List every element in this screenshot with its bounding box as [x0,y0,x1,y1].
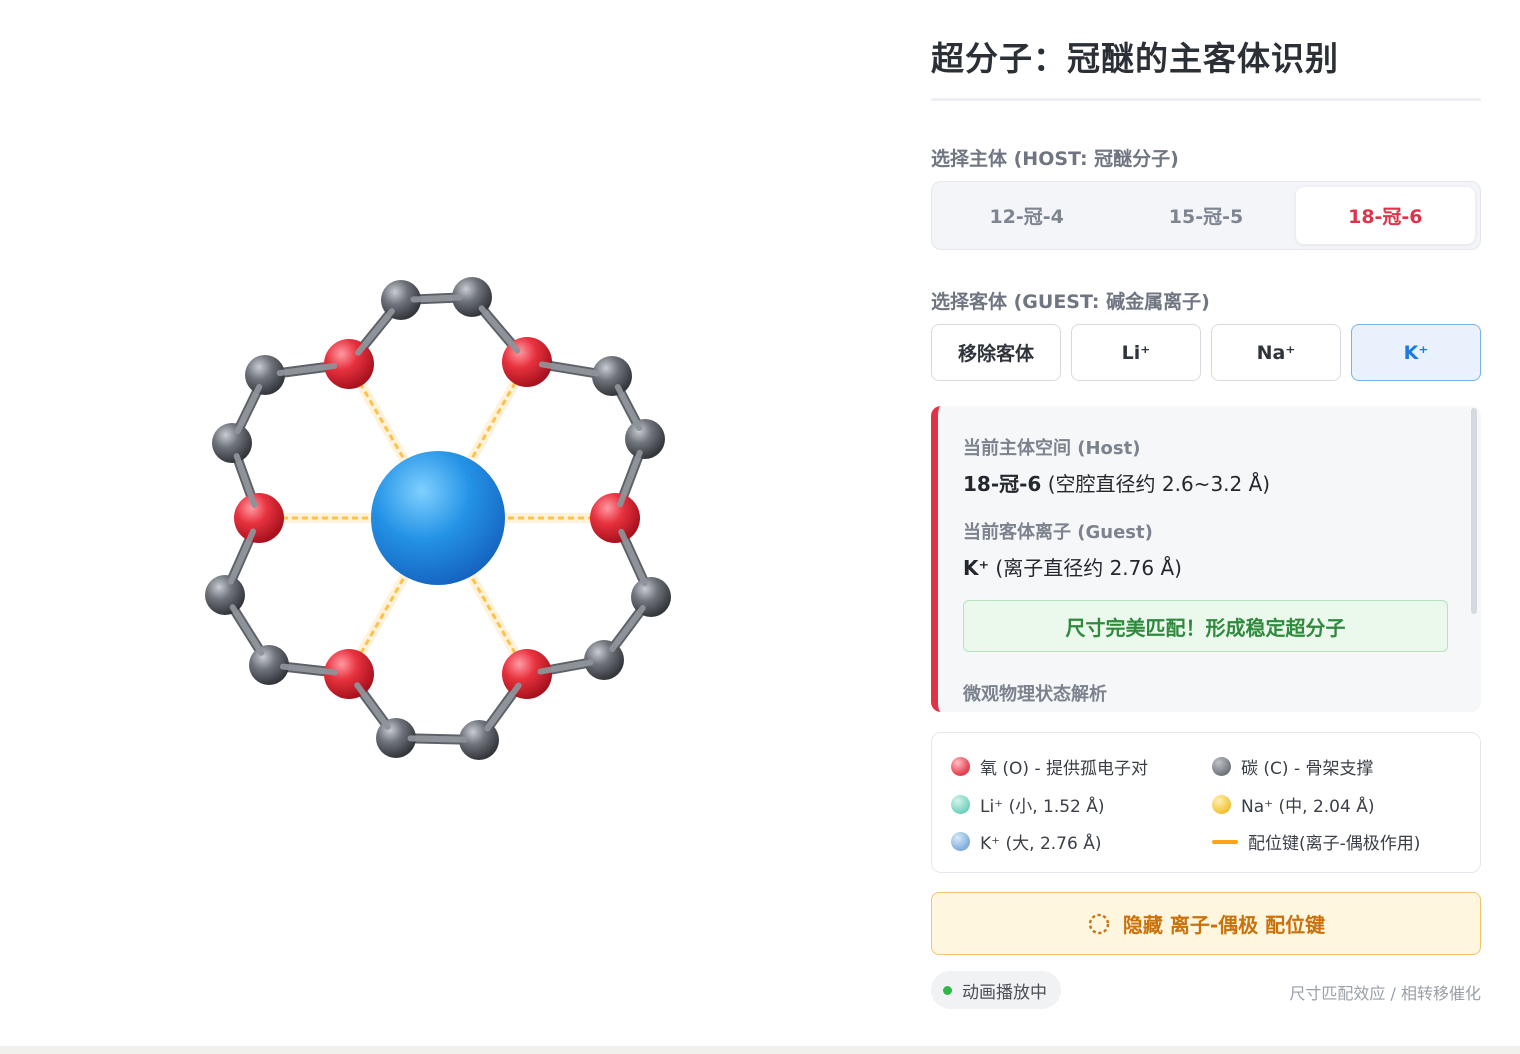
potassium-ion [371,451,505,585]
sodium-dot-icon [1212,795,1231,814]
covalent-bond-front [227,528,257,585]
guest-li-button[interactable]: Li⁺ [1071,324,1201,381]
oxygen-atom [234,493,284,543]
oxygen-dot-icon [951,757,970,776]
covalent-bond-front [618,528,648,587]
footer-note: 尺寸匹配效应 / 相转移催化 [1289,984,1481,1003]
legend-label-oxygen: 氧 (O) - 提供孤电子对 [980,759,1148,779]
covalent-bond-front [355,308,395,356]
legend-item-carbon: 碳 (C) - 骨架支撑 [1212,754,1373,779]
info-card[interactable]: 当前主体空间 (Host) 18-冠-6 (空腔直径约 2.6~3.2 Å) 当… [931,406,1481,712]
oxygen-atom [502,649,552,699]
legend-label-sodium: Na⁺ (中, 2.04 Å) [1241,797,1375,817]
guest-info-label: 当前客体离子 (Guest) [963,522,1153,543]
bottom-strip [0,1046,1520,1054]
covalent-bond-front [617,449,643,508]
legend-item-sodium: Na⁺ (中, 2.04 Å) [1212,792,1374,817]
guest-info-value: K⁺ (离子直径约 2.76 Å) [963,552,1182,581]
status-label: 动画播放中 [962,982,1047,1003]
carbon-atom [625,419,665,459]
remove-guest-button[interactable]: 移除客体 [931,324,1061,381]
legend: 氧 (O) - 提供孤电子对 碳 (C) - 骨架支撑 Li⁺ (小, 1.52… [931,732,1481,873]
guest-selector: 移除客体 Li⁺ Na⁺ K⁺ [931,324,1481,381]
atoms [205,277,671,760]
host-section-label: 选择主体 (HOST: 冠醚分子) [931,148,1179,170]
carbon-atom [212,423,252,463]
legend-item-potassium: K⁺ (大, 2.76 Å) [951,829,1101,854]
covalent-bond-front [609,605,646,652]
title-divider [931,98,1481,101]
status-dot-icon [943,985,952,995]
host-tab-15-crown-5[interactable]: 15-冠-5 [1116,187,1295,244]
match-status-badge: 尺寸完美匹配！形成稳定超分子 [963,600,1448,652]
animation-status-badge: 动画播放中 [931,971,1061,1009]
guest-k-button[interactable]: K⁺ [1351,324,1481,381]
legend-item-lithium: Li⁺ (小, 1.52 Å) [951,792,1105,817]
legend-label-potassium: K⁺ (大, 2.76 Å) [980,834,1102,854]
oxygen-atom [590,493,640,543]
guest-section-label: 选择客体 (GUEST: 碱金属离子) [931,291,1210,313]
control-panel: 超分子：冠醚的主客体识别 选择主体 (HOST: 冠醚分子) 12-冠-4 15… [931,0,1481,1046]
guest-info-name: K⁺ [963,556,990,580]
carbon-atom [205,575,245,615]
guest-na-button[interactable]: Na⁺ [1211,324,1341,381]
guest-info-detail: (离子直径约 2.76 Å) [995,556,1182,580]
host-info-label: 当前主体空间 (Host) [963,438,1141,459]
covalent-bond-front [484,682,522,732]
potassium-dot-icon [951,832,970,851]
host-tab-12-crown-4[interactable]: 12-冠-4 [937,187,1116,244]
covalent-bond-front [410,294,463,303]
micro-state-heading: 微观物理状态解析 [963,684,1107,705]
crown-ether-model [205,277,671,760]
legend-label-lithium: Li⁺ (小, 1.52 Å) [980,797,1105,817]
toggle-coordination-bonds-button[interactable]: 隐藏 离子-偶极 配位键 [931,892,1481,955]
legend-item-coordination-bond: 配位键(离子-偶极作用) [1212,829,1420,854]
host-info-detail: (空腔直径约 2.6~3.2 Å) [1047,472,1271,496]
covalent-bond-front [478,305,521,354]
toggle-button-label: 隐藏 离子-偶极 配位键 [1122,913,1326,937]
lithium-dot-icon [951,795,970,814]
carbon-dot-icon [1212,757,1231,776]
molecule-viewport[interactable] [0,0,900,1046]
legend-item-oxygen: 氧 (O) - 提供孤电子对 [951,754,1148,779]
host-info-name: 18-冠-6 [963,472,1042,496]
info-scrollbar[interactable] [1471,408,1477,614]
coordination-line-icon [1212,839,1238,844]
host-tab-18-crown-6[interactable]: 18-冠-6 [1295,187,1475,244]
legend-label-coordination-bond: 配位键(离子-偶极作用) [1248,834,1421,854]
covalent-bond-front [234,383,263,435]
dashed-circle-icon [1087,912,1111,936]
legend-label-carbon: 碳 (C) - 骨架支撑 [1241,759,1374,779]
covalent-bond-front [614,384,643,431]
covalent-bond-front [354,682,391,730]
page-title: 超分子：冠醚的主客体识别 [931,39,1339,78]
host-selector: 12-冠-4 15-冠-5 18-冠-6 [931,181,1481,250]
host-info-value: 18-冠-6 (空腔直径约 2.6~3.2 Å) [963,468,1270,497]
covalent-bond-front [229,604,265,656]
covalent-bond-front [407,735,468,743]
